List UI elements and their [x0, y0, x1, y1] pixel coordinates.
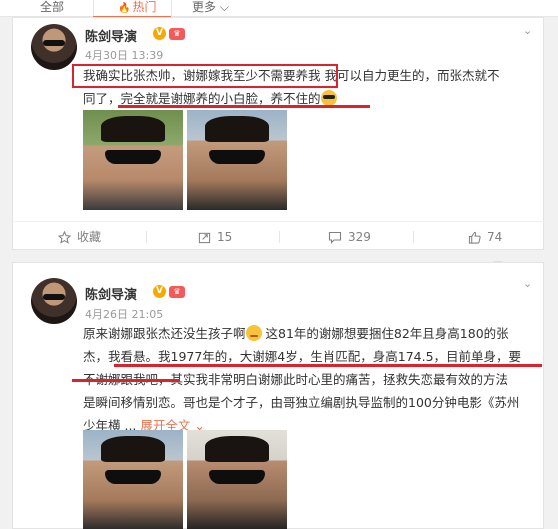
post-text-line: 是瞬间移情别恋。哥也是个才子，由哥独立编剧执导监制的100分钟电影《苏州 — [83, 395, 520, 410]
chevron-down-icon[interactable]: ⌄ — [523, 277, 532, 290]
action-divider — [279, 231, 280, 243]
like-count: 74 — [487, 230, 503, 244]
post-photo[interactable] — [187, 430, 287, 529]
chevron-down-icon: ⌵ — [219, 0, 229, 14]
author-name[interactable]: 陈剑导演 — [85, 26, 137, 45]
like-button[interactable]: 74 — [468, 222, 502, 252]
post-text-line: 原来谢娜跟张杰还没生孩子啊 这81年的谢娜想要捆住82年且身高180的张 — [83, 322, 521, 345]
thumbs-up-icon — [468, 231, 481, 244]
tab-more[interactable]: 更多 ⌵ — [192, 0, 229, 14]
post-text-segment: 完全就是谢娜养的小白脸，养不住的 — [120, 91, 321, 106]
author-name[interactable]: 陈剑导演 — [85, 284, 137, 303]
comment-icon — [328, 231, 342, 244]
post-photo[interactable] — [83, 110, 183, 210]
favorite-button[interactable]: 收藏 — [58, 222, 101, 252]
tab-hot-label: 热门 — [132, 0, 157, 14]
flame-icon: 🔥 — [118, 3, 131, 14]
weibo-post-card: 陈剑导演 V ♛ 4月26日 21:05 ⌄ 原来谢娜跟张杰还没生孩子啊 这81… — [12, 262, 544, 529]
repost-icon — [198, 232, 211, 243]
post-text-segment: 我可以自力更生的，而张杰就不 — [320, 68, 500, 83]
tab-hot[interactable]: 🔥 热门 — [118, 0, 156, 16]
verified-badge-icon: V — [153, 27, 166, 40]
tab-all[interactable]: 全部 — [40, 0, 64, 14]
vip-member-icon: ♛ — [169, 28, 185, 40]
star-icon — [58, 230, 71, 244]
verified-badge-icon: V — [153, 285, 166, 298]
comment-count: 329 — [348, 230, 371, 244]
post-text-segment: 同了， — [83, 91, 121, 106]
vip-member-icon: ♛ — [169, 286, 185, 298]
post-photo[interactable] — [187, 110, 287, 210]
avatar[interactable] — [31, 24, 77, 70]
chevron-down-icon[interactable]: ⌄ — [523, 24, 532, 37]
post-action-bar: 收藏 15 329 74 — [13, 221, 545, 251]
sweat-smile-emoji-icon — [245, 325, 262, 341]
avatar[interactable] — [31, 278, 77, 324]
highlight-underline — [72, 379, 180, 382]
comment-button[interactable]: 329 — [328, 222, 371, 252]
sunglasses-emoji-icon — [320, 90, 337, 106]
action-divider — [146, 231, 147, 243]
highlight-underline — [114, 364, 542, 367]
tab-divider — [93, 0, 94, 16]
highlight-box — [72, 64, 338, 88]
tab-divider — [171, 0, 172, 16]
post-text-segment: 这81年的谢娜想要捆住82年且身高180的张 — [261, 326, 509, 341]
post-time[interactable]: 4月26日 21:05 — [85, 306, 163, 322]
repost-button[interactable]: 15 — [198, 222, 232, 252]
repost-count: 15 — [217, 230, 233, 244]
favorite-label: 收藏 — [77, 230, 102, 244]
post-time[interactable]: 4月30日 13:39 — [85, 47, 163, 63]
post-text-segment: 原来谢娜跟张杰还没生孩子啊 — [83, 326, 246, 341]
highlight-underline — [118, 105, 370, 108]
weibo-post-card: 陈剑导演 V ♛ 4月30日 13:39 ⌄ 我确实比张杰帅，谢娜嫁我至少不需要… — [12, 17, 545, 251]
action-divider — [413, 231, 414, 243]
post-photo[interactable] — [83, 430, 183, 529]
feed-tabbar: 全部 🔥 热门 更多 ⌵ — [0, 0, 558, 18]
tab-more-label: 更多 — [192, 0, 217, 14]
